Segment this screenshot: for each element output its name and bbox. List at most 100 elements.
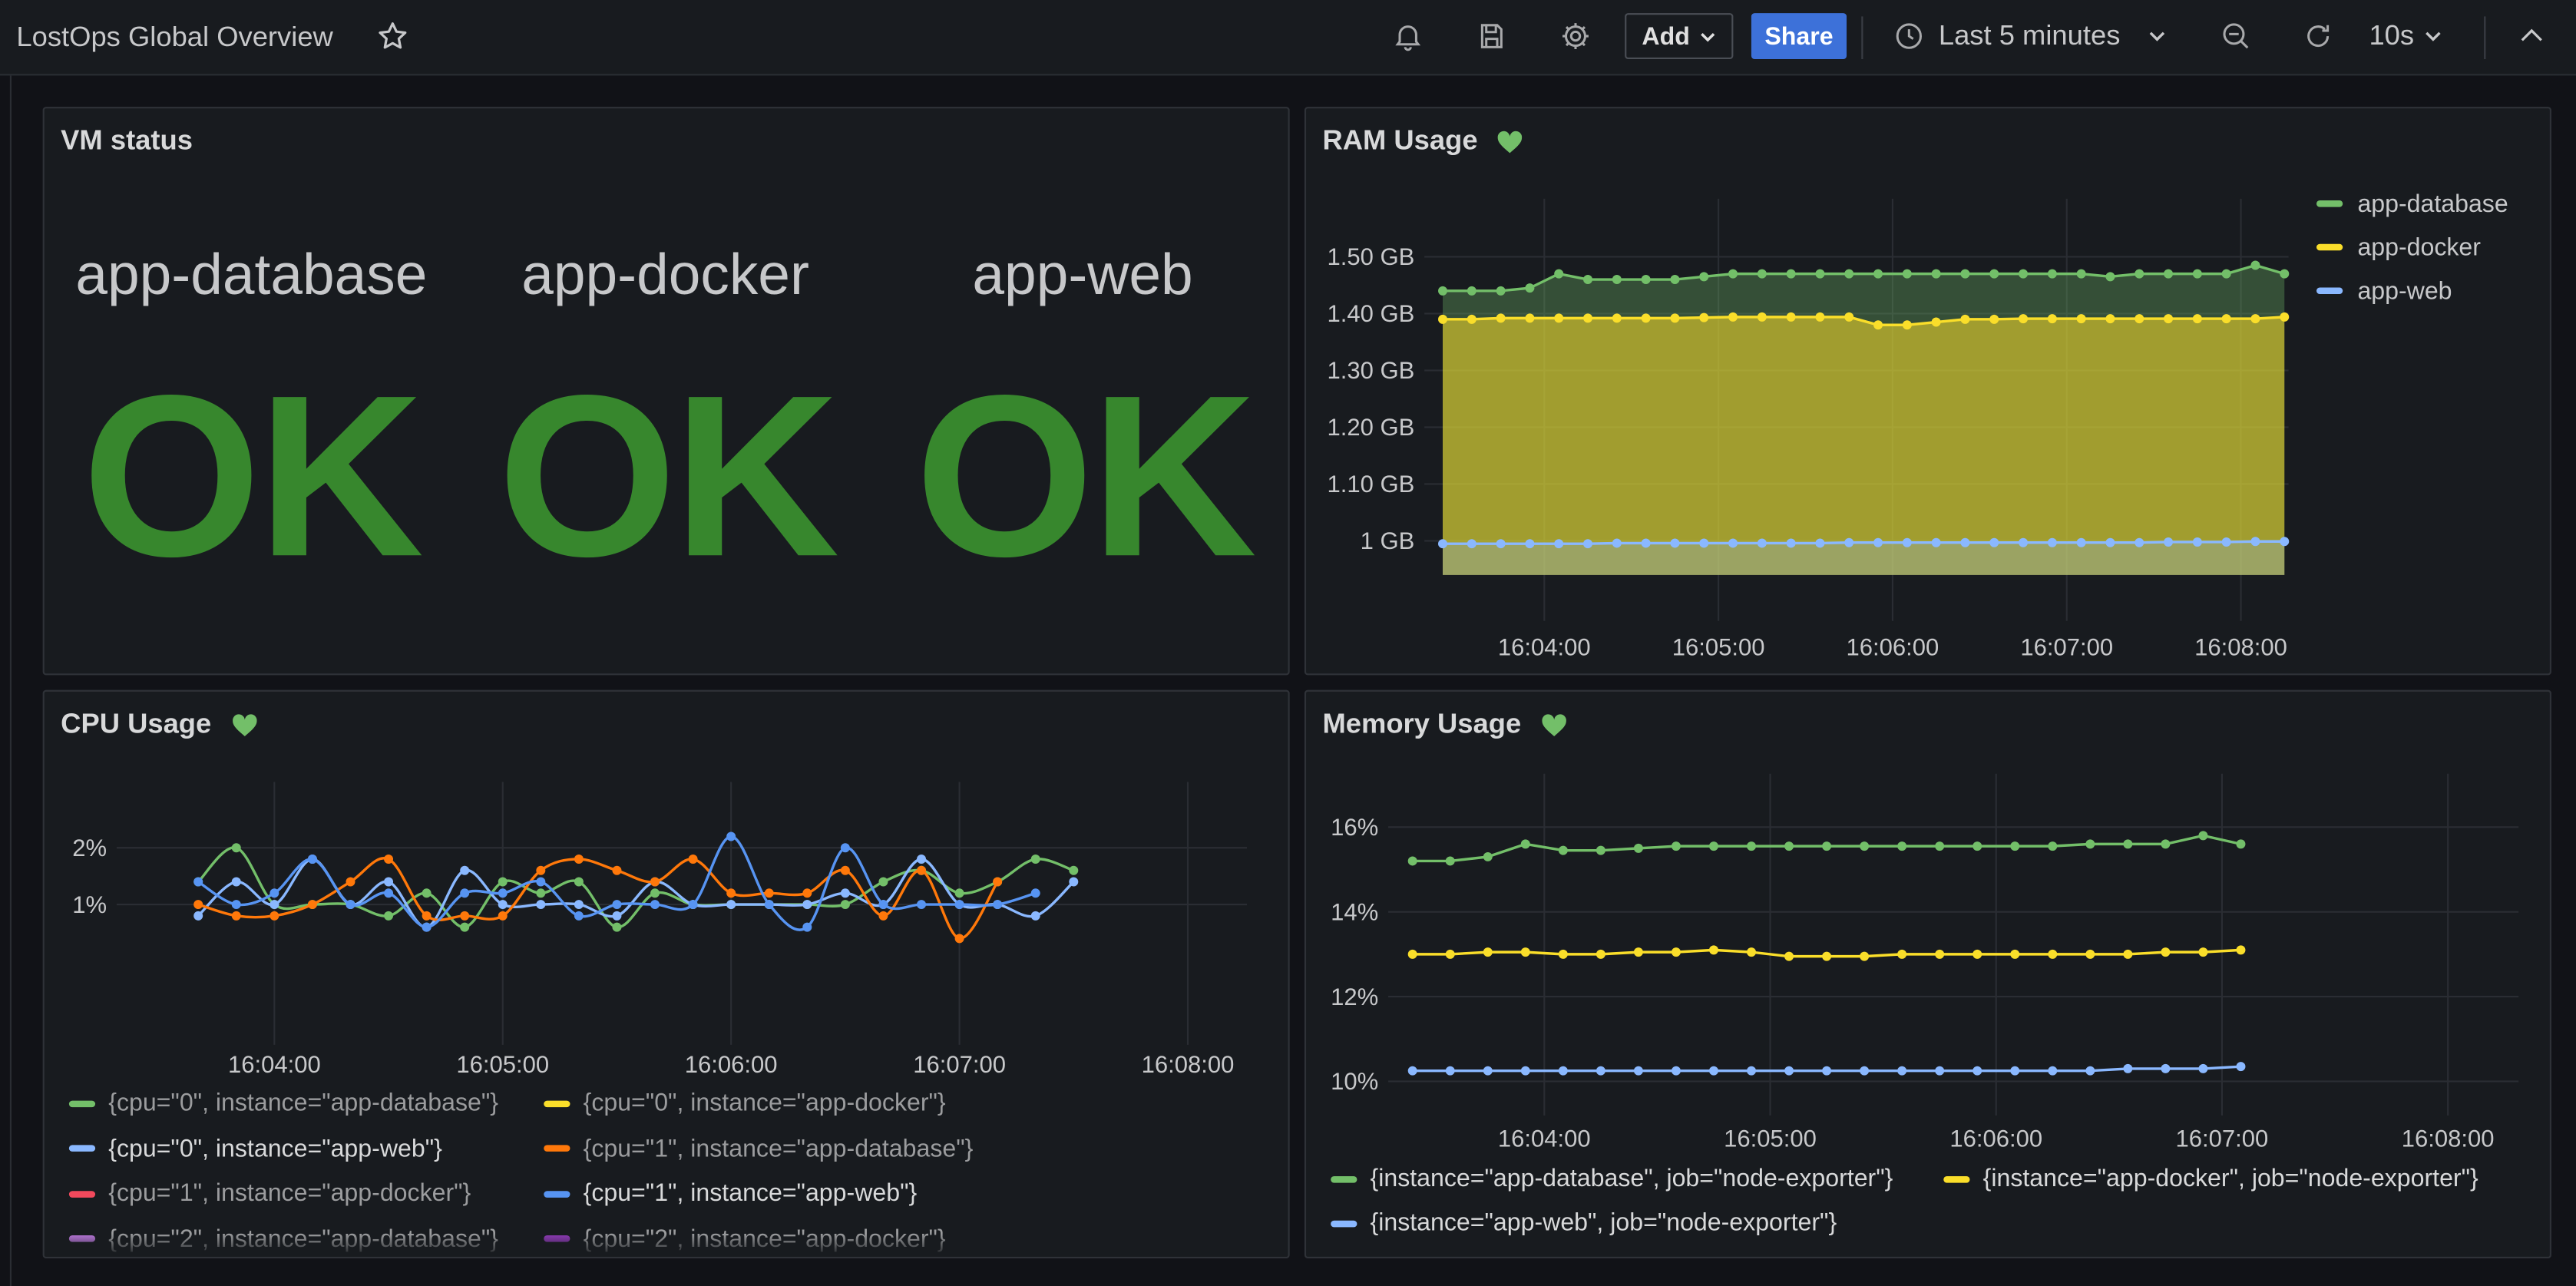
data-point — [1670, 538, 1680, 548]
data-point — [536, 888, 546, 898]
data-point — [802, 922, 812, 932]
clock-icon — [1896, 23, 1923, 49]
x-tick-label: 16:07:00 — [913, 1051, 1006, 1078]
data-point — [2250, 314, 2260, 324]
star-icon[interactable] — [376, 20, 409, 53]
data-point — [1728, 269, 1738, 279]
legend-item[interactable]: {cpu="0", instance="app-database"} — [68, 1089, 498, 1117]
data-point — [1558, 949, 1568, 959]
bell-icon[interactable] — [1391, 20, 1424, 53]
data-point — [1728, 312, 1738, 322]
dashboard-title[interactable]: LostOps Global Overview — [16, 21, 332, 55]
data-point — [2135, 314, 2144, 324]
data-point — [1525, 539, 1535, 549]
series-area — [1443, 316, 2285, 575]
legend-item[interactable]: {cpu="1", instance="app-database"} — [544, 1134, 973, 1162]
data-point — [536, 865, 546, 875]
data-point — [2198, 831, 2208, 841]
data-point — [2105, 537, 2115, 547]
data-point — [1989, 314, 1999, 324]
refresh-icon[interactable] — [2302, 20, 2335, 53]
data-point — [1596, 1066, 1605, 1076]
data-point — [1583, 539, 1593, 549]
data-point — [2010, 1066, 2020, 1076]
legend-label: {cpu="1", instance="app-web"} — [583, 1179, 918, 1208]
legend-item[interactable]: {cpu="1", instance="app-web"} — [544, 1179, 918, 1208]
data-point — [1438, 286, 1448, 296]
data-point — [1407, 856, 1417, 866]
data-point — [536, 877, 546, 887]
data-point — [612, 922, 622, 932]
data-point — [1935, 841, 1945, 851]
data-point — [1438, 539, 1448, 549]
data-point — [2280, 269, 2290, 279]
refresh-interval-picker[interactable]: 10s — [2369, 13, 2461, 59]
vm-name: app-web — [972, 243, 1193, 308]
data-point — [1960, 314, 1970, 324]
data-point — [1902, 269, 1912, 279]
data-point — [1784, 841, 1794, 851]
legend-swatch — [544, 1099, 570, 1107]
data-point — [1554, 269, 1564, 279]
cpu-usage-panel: CPU Usage 2% 1% 16:04:00 16:05:00 16:06:00 16… — [42, 689, 1290, 1259]
legend-item[interactable]: {instance="app-web", job="node-exporter"… — [1331, 1209, 1837, 1237]
data-point — [726, 831, 736, 841]
legend-swatch — [1331, 1175, 1357, 1182]
legend-item[interactable]: {instance="app-database", job="node-expo… — [1331, 1165, 1893, 1192]
data-point — [1671, 947, 1681, 957]
legend-swatch — [1331, 1219, 1357, 1227]
data-point — [2085, 1066, 2095, 1076]
data-point — [1844, 537, 1854, 547]
data-point — [2047, 269, 2057, 279]
legend-item[interactable]: {cpu="0", instance="app-web"} — [68, 1134, 442, 1162]
time-range-picker[interactable]: Last 5 minutes — [1893, 13, 2191, 59]
x-tick-label: 16:06:00 — [1847, 634, 1939, 661]
add-button[interactable]: Add — [1625, 13, 1734, 60]
data-point — [1483, 947, 1493, 957]
data-point — [1438, 314, 1448, 324]
data-point — [1747, 841, 1757, 851]
data-point — [384, 911, 394, 921]
legend-item[interactable]: {cpu="0", instance="app-docker"} — [544, 1089, 946, 1117]
data-point — [1671, 841, 1681, 851]
legend-item[interactable]: {instance="app-docker", job="node-export… — [1943, 1165, 2478, 1192]
legend-label: {instance="app-web", job="node-exporter"… — [1370, 1208, 1837, 1238]
ram-usage-chart[interactable]: 1.50 GB 1.40 GB 1.30 GB 1.20 GB 1.10 GB 1 GB 1… — [1306, 108, 2551, 675]
share-button-label: Share — [1764, 21, 1834, 51]
data-point — [1554, 313, 1564, 323]
data-point — [1815, 269, 1825, 279]
zoom-out-icon[interactable] — [2220, 20, 2253, 53]
panel-title[interactable]: VM status — [61, 125, 193, 158]
data-point — [193, 911, 203, 921]
data-point — [650, 877, 660, 887]
data-point — [2085, 839, 2095, 849]
data-point — [1860, 951, 1870, 961]
data-point — [2123, 1063, 2133, 1073]
legend-swatch — [68, 1145, 96, 1152]
share-button[interactable]: Share — [1751, 13, 1847, 60]
data-point — [1525, 313, 1535, 323]
chevron-up-icon[interactable] — [2515, 20, 2548, 53]
data-point — [1873, 269, 1883, 279]
x-tick-label: 16:08:00 — [1142, 1051, 1235, 1078]
gear-icon[interactable] — [1559, 20, 1592, 53]
data-point — [840, 843, 850, 853]
data-point — [688, 900, 698, 910]
data-point — [1897, 1066, 1907, 1076]
cpu-usage-chart[interactable]: 2% 1% 16:04:00 16:05:00 16:06:00 16:07:00 16:0… — [45, 692, 1290, 1086]
data-point — [1844, 269, 1854, 279]
save-icon[interactable] — [1475, 20, 1508, 53]
refresh-interval-label: 10s — [2369, 19, 2415, 51]
data-point — [1902, 320, 1912, 330]
data-point — [917, 865, 927, 875]
data-point — [307, 900, 317, 910]
memory-usage-chart[interactable]: 16% 14% 12% 10% 16:04:00 16:05:00 16:06:00 16:0… — [1306, 692, 2551, 1169]
data-point — [1525, 283, 1535, 293]
data-point — [1757, 312, 1767, 322]
legend-label: {instance="app-database", job="node-expo… — [1370, 1165, 1893, 1193]
legend-swatch — [2316, 243, 2343, 251]
data-point — [2076, 269, 2086, 279]
data-point — [1973, 949, 1982, 959]
legend-item[interactable]: {cpu="1", instance="app-docker"} — [68, 1179, 471, 1208]
data-point — [1844, 312, 1854, 322]
